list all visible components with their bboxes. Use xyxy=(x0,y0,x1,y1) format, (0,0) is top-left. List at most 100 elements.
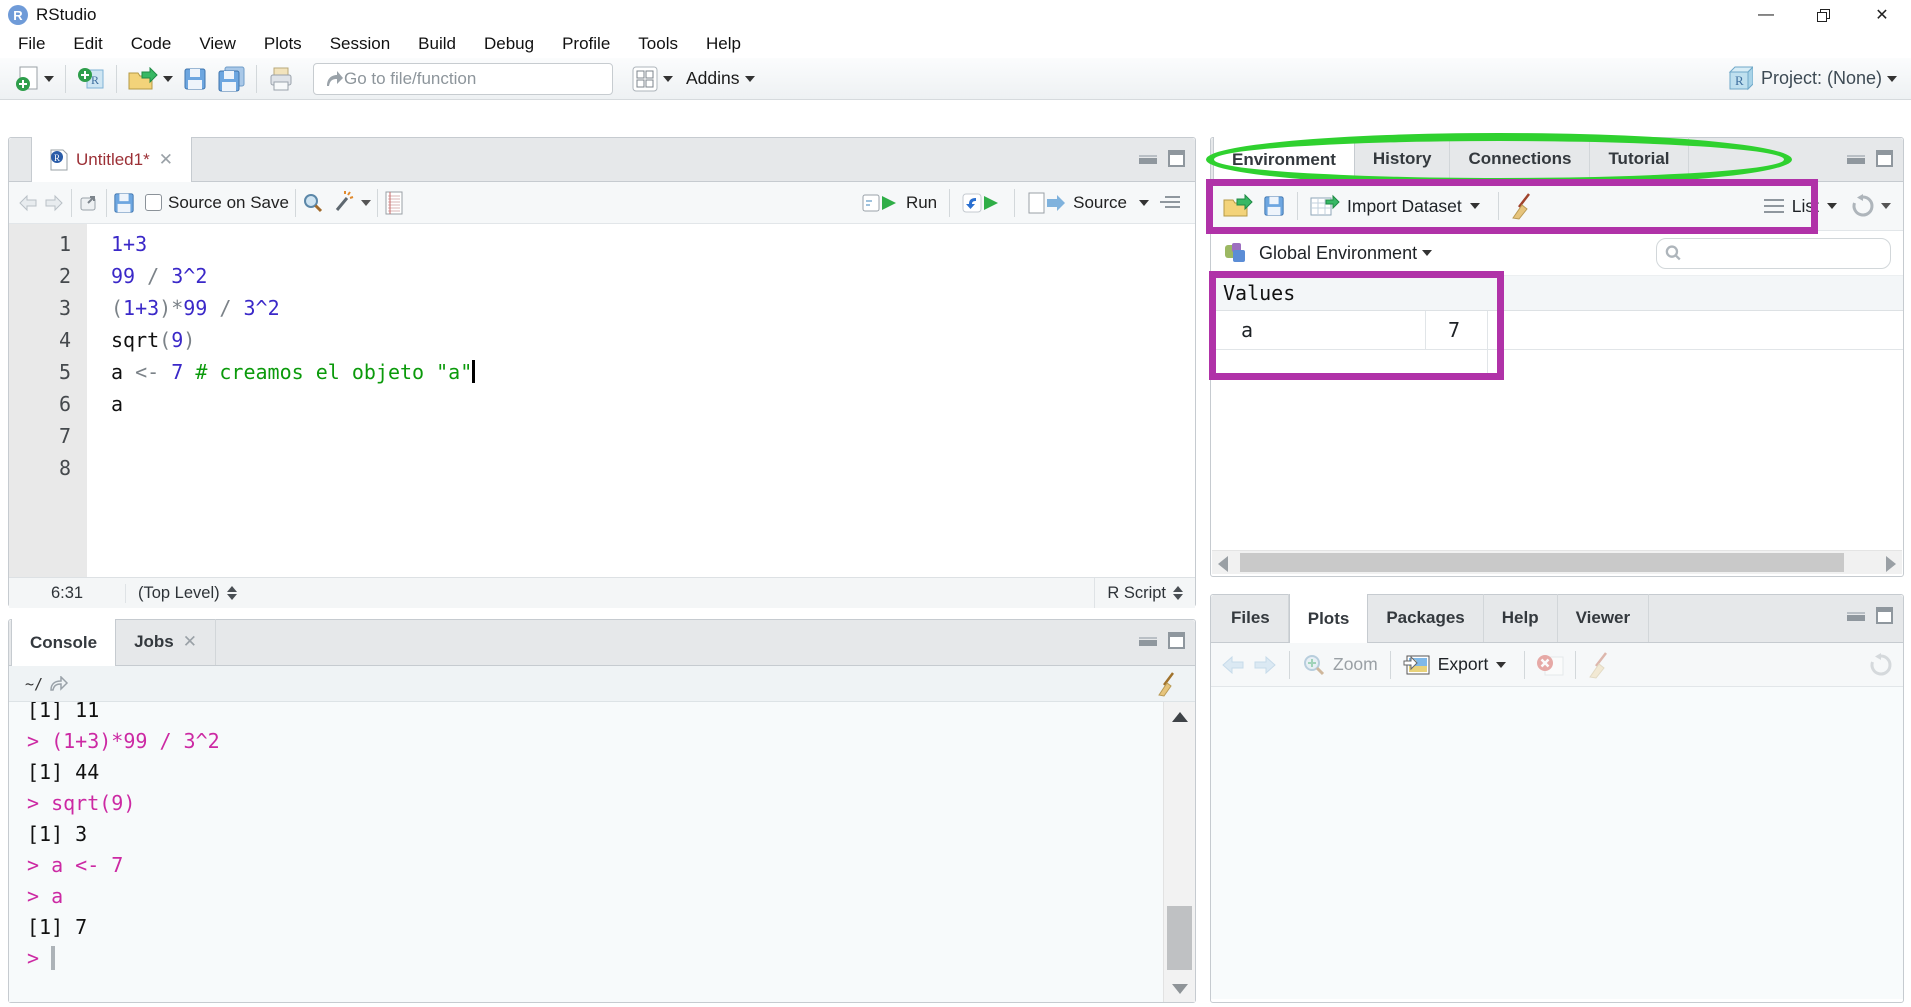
scroll-down-icon[interactable] xyxy=(1172,984,1188,994)
tab-close-icon[interactable]: ✕ xyxy=(159,150,173,170)
list-view-icon[interactable] xyxy=(1763,197,1785,215)
outline-icon[interactable] xyxy=(1159,194,1181,212)
tab-tutorial[interactable]: Tutorial xyxy=(1590,137,1688,181)
tab-connections[interactable]: Connections xyxy=(1450,137,1590,181)
import-dataset-icon[interactable] xyxy=(1310,194,1340,218)
console-scrollbar[interactable] xyxy=(1163,702,1195,1002)
run-button[interactable] xyxy=(862,192,900,214)
print-button[interactable] xyxy=(263,62,299,96)
code-tools-icon[interactable] xyxy=(332,191,356,215)
forward-icon[interactable] xyxy=(43,193,65,213)
maximize-pane-button[interactable] xyxy=(1876,150,1893,167)
new-file-button[interactable] xyxy=(10,62,59,96)
maximize-pane-button[interactable] xyxy=(1168,150,1185,167)
refresh-caret[interactable] xyxy=(1881,203,1891,209)
next-plot-icon[interactable] xyxy=(1253,655,1277,675)
minimize-pane-button[interactable] xyxy=(1846,150,1866,167)
tab-viewer[interactable]: Viewer xyxy=(1558,594,1650,642)
source-on-save-checkbox[interactable] xyxy=(145,194,162,211)
console-output[interactable]: [1] 11> (1+3)*99 / 3^2[1] 44> sqrt(9)[1]… xyxy=(9,702,1195,1002)
environment-search-input[interactable] xyxy=(1682,244,1882,262)
tab-plots[interactable]: Plots xyxy=(1289,594,1369,643)
source-label[interactable]: Source xyxy=(1073,193,1127,213)
import-dataset-label[interactable]: Import Dataset xyxy=(1347,196,1462,217)
zoom-plot-icon[interactable] xyxy=(1302,653,1326,677)
source-caret[interactable] xyxy=(1139,200,1149,206)
tab-environment[interactable]: Environment xyxy=(1213,137,1355,182)
addins-button[interactable]: Addins xyxy=(678,68,763,89)
global-env-label[interactable]: Global Environment xyxy=(1259,243,1417,264)
menu-session[interactable]: Session xyxy=(316,30,404,58)
load-workspace-icon[interactable] xyxy=(1223,194,1253,218)
tab-history[interactable]: History xyxy=(1355,137,1451,181)
menu-file[interactable]: File xyxy=(4,30,59,58)
minimize-pane-button[interactable] xyxy=(1138,632,1158,649)
save-workspace-icon[interactable] xyxy=(1263,195,1285,217)
code-line[interactable]: a xyxy=(111,388,1195,420)
export-plot-icon[interactable] xyxy=(1403,653,1431,677)
menu-profile[interactable]: Profile xyxy=(548,30,624,58)
workspace-panes-button[interactable] xyxy=(627,62,678,96)
global-env-caret[interactable] xyxy=(1422,250,1432,256)
tab-jobs[interactable]: Jobs ✕ xyxy=(116,619,216,665)
export-caret[interactable] xyxy=(1496,662,1506,668)
compile-report-icon[interactable] xyxy=(384,191,404,215)
save-all-button[interactable] xyxy=(212,62,250,96)
scroll-right-icon[interactable] xyxy=(1886,556,1896,572)
code-line[interactable]: a <- 7 # creamos el objeto "a" xyxy=(111,356,1195,388)
refresh-environment-icon[interactable] xyxy=(1851,194,1875,218)
environment-value-row[interactable]: a7 xyxy=(1211,311,1903,350)
minimize-pane-button[interactable] xyxy=(1846,607,1866,624)
code-line[interactable]: (1+3)*99 / 3^2 xyxy=(111,292,1195,324)
maximize-pane-button[interactable] xyxy=(1876,607,1893,624)
clear-environment-icon[interactable] xyxy=(1509,192,1535,220)
menu-edit[interactable]: Edit xyxy=(59,30,116,58)
editor-code[interactable]: 1+399 / 3^2(1+3)*99 / 3^2sqrt(9)a <- 7 #… xyxy=(87,224,1195,577)
tab-packages[interactable]: Packages xyxy=(1368,594,1483,642)
minimize-button[interactable]: — xyxy=(1737,0,1795,30)
list-view-label[interactable]: List xyxy=(1792,196,1819,217)
menu-debug[interactable]: Debug xyxy=(470,30,548,58)
project-menu-button[interactable]: R Project: (None) xyxy=(1727,66,1897,92)
rerun-button[interactable] xyxy=(962,192,1002,214)
scrollbar-thumb[interactable] xyxy=(1240,553,1844,572)
menu-build[interactable]: Build xyxy=(404,30,470,58)
tab-close-icon[interactable]: ✕ xyxy=(183,632,197,652)
environment-search[interactable] xyxy=(1656,238,1891,269)
previous-plot-icon[interactable] xyxy=(1221,655,1245,675)
code-line[interactable]: sqrt(9) xyxy=(111,324,1195,356)
menu-code[interactable]: Code xyxy=(117,30,186,58)
close-button[interactable]: ✕ xyxy=(1853,0,1911,30)
restore-button[interactable] xyxy=(1795,0,1853,30)
maximize-pane-button[interactable] xyxy=(1168,632,1185,649)
tab-help[interactable]: Help xyxy=(1484,594,1558,642)
menu-plots[interactable]: Plots xyxy=(250,30,316,58)
environment-hscrollbar[interactable] xyxy=(1212,550,1902,574)
remove-plot-icon[interactable] xyxy=(1535,653,1565,677)
scroll-left-icon[interactable] xyxy=(1218,556,1228,572)
code-line[interactable]: 1+3 xyxy=(111,228,1195,260)
scroll-up-icon[interactable] xyxy=(1172,712,1188,722)
file-type-selector[interactable]: R Script xyxy=(1094,578,1195,608)
editor-body[interactable]: 12345678 1+399 / 3^2(1+3)*99 / 3^2sqrt(9… xyxy=(9,224,1195,577)
clear-console-icon[interactable] xyxy=(1155,671,1179,697)
zoom-plot-label[interactable]: Zoom xyxy=(1333,654,1378,675)
menu-tools[interactable]: Tools xyxy=(624,30,692,58)
minimize-pane-button[interactable] xyxy=(1138,150,1158,167)
list-view-caret[interactable] xyxy=(1827,203,1837,209)
menu-view[interactable]: View xyxy=(185,30,250,58)
refresh-plots-icon[interactable] xyxy=(1869,653,1893,677)
find-icon[interactable] xyxy=(302,192,324,214)
goto-file-box[interactable] xyxy=(313,63,613,95)
tab-console[interactable]: Console xyxy=(11,619,116,666)
save-button[interactable] xyxy=(178,62,212,96)
new-project-button[interactable]: R xyxy=(72,62,110,96)
source-button[interactable] xyxy=(1027,192,1067,214)
scope-selector[interactable]: (Top Level) xyxy=(126,584,249,603)
export-plot-label[interactable]: Export xyxy=(1438,654,1489,675)
save-doc-icon[interactable] xyxy=(113,192,135,214)
back-icon[interactable] xyxy=(17,193,39,213)
import-dataset-caret[interactable] xyxy=(1470,203,1480,209)
goto-file-input[interactable] xyxy=(344,69,602,89)
run-label[interactable]: Run xyxy=(906,193,937,213)
